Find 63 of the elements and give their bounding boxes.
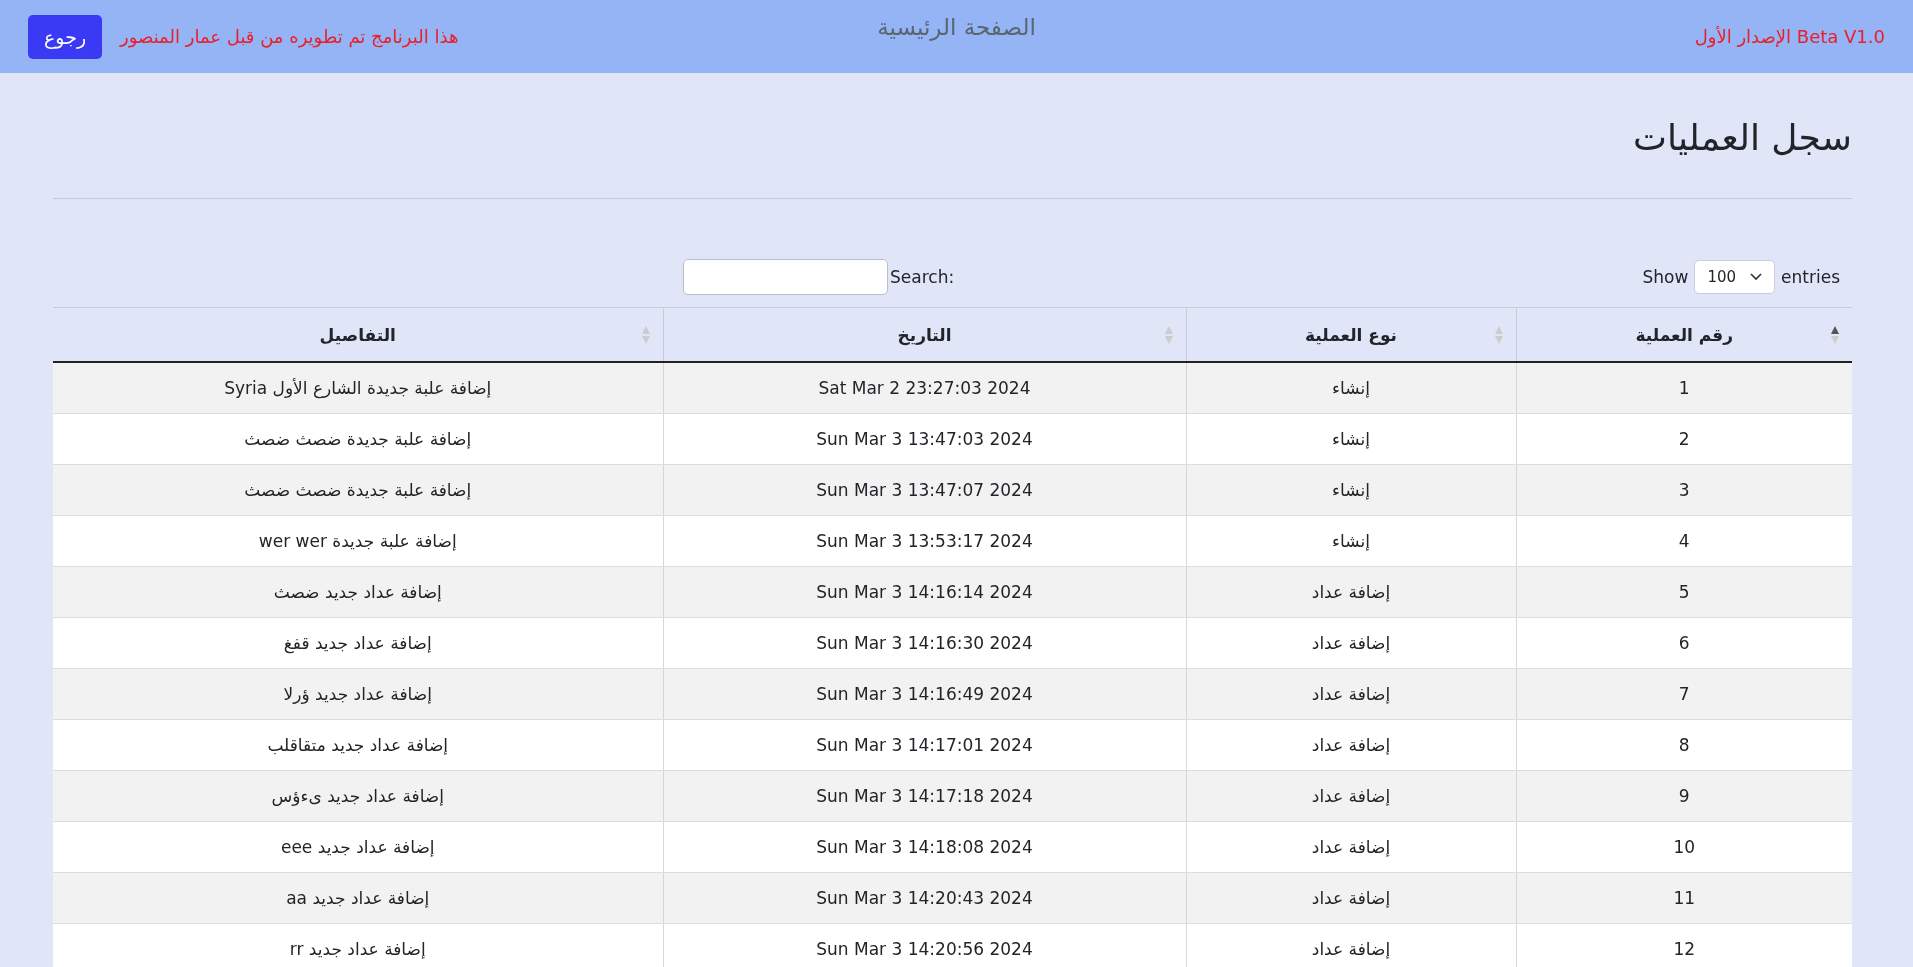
- table-cell: Sun Mar 3 14:16:14 2024: [663, 566, 1186, 618]
- credit-text: هذا البرنامج تم تطويره من قبل عمار المنصور: [120, 26, 459, 47]
- table-cell: Sun Mar 3 14:17:01 2024: [663, 719, 1186, 771]
- table-cell: Sun Mar 3 14:18:08 2024: [663, 821, 1186, 873]
- table-cell: إنشاء: [1186, 515, 1516, 567]
- table-cell: Sun Mar 3 13:47:03 2024: [663, 413, 1186, 465]
- table-cell: إضافة علبة جديدة ضصث ضصث: [53, 464, 663, 516]
- table-cell: إنشاء: [1186, 413, 1516, 465]
- entries-label: entries: [1781, 267, 1840, 287]
- table-cell: إضافة عداد: [1186, 770, 1516, 822]
- table-cell: 9: [1516, 770, 1852, 822]
- table-cell: إضافة علبة جديدة الشارع الأول Syria: [53, 362, 663, 414]
- table-cell: إضافة عداد: [1186, 566, 1516, 618]
- table-cell: 8: [1516, 719, 1852, 771]
- version-text: الإصدار الأول Beta V1.0: [1694, 26, 1885, 47]
- table-cell: Sun Mar 3 13:53:17 2024: [663, 515, 1186, 567]
- table-cell: إضافة عداد جديد ىءؤس: [53, 770, 663, 822]
- table-cell: إضافة عداد: [1186, 617, 1516, 669]
- table-cell: إضافة عداد: [1186, 821, 1516, 873]
- page-heading: سجل العمليات: [53, 73, 1852, 199]
- table-cell: 2: [1516, 413, 1852, 465]
- entries-dropdown[interactable]: 100: [1694, 260, 1776, 294]
- table-cell: إضافة عداد جديد aa: [53, 872, 663, 924]
- table-cell: إضافة عداد جديد قفغ: [53, 617, 663, 669]
- column-header[interactable]: التفاصيل: [53, 307, 663, 362]
- table-cell: إضافة علبة جديدة wer wer: [53, 515, 663, 567]
- table-cell: Sun Mar 3 14:20:43 2024: [663, 872, 1186, 924]
- table-cell: 6: [1516, 617, 1852, 669]
- column-header[interactable]: نوع العملية: [1186, 307, 1516, 362]
- table-cell: 3: [1516, 464, 1852, 516]
- show-label: Show: [1642, 267, 1689, 287]
- table-cell: Sun Mar 3 13:47:07 2024: [663, 464, 1186, 516]
- table-cell: إضافة عداد جديد متقاقلب: [53, 719, 663, 771]
- column-header[interactable]: رقم العملية: [1516, 307, 1852, 362]
- table-cell: 1: [1516, 362, 1852, 414]
- table-cell: إضافة عداد جديد ضصث: [53, 566, 663, 618]
- table-cell: 10: [1516, 821, 1852, 873]
- table-cell: Sun Mar 3 14:17:18 2024: [663, 770, 1186, 822]
- table-cell: Sun Mar 3 14:20:56 2024: [663, 923, 1186, 967]
- table-cell: Sun Mar 3 14:16:49 2024: [663, 668, 1186, 720]
- table-cell: إضافة علبة جديدة ضصث ضصث: [53, 413, 663, 465]
- table-cell: 4: [1516, 515, 1852, 567]
- table-cell: 7: [1516, 668, 1852, 720]
- table-cell: 11: [1516, 872, 1852, 924]
- table-cell: إضافة عداد جديد rr: [53, 923, 663, 967]
- sort-icon[interactable]: [1830, 324, 1840, 345]
- search-field[interactable]: [683, 259, 888, 295]
- table-cell: Sun Mar 3 14:16:30 2024: [663, 617, 1186, 669]
- table-cell: إضافة عداد: [1186, 923, 1516, 967]
- table-cell: إضافة عداد: [1186, 872, 1516, 924]
- table-cell: إضافة عداد جديد eee: [53, 821, 663, 873]
- table-cell: 12: [1516, 923, 1852, 967]
- table-cell: إضافة عداد: [1186, 668, 1516, 720]
- table-cell: إنشاء: [1186, 362, 1516, 414]
- table-cell: Sat Mar 2 23:27:03 2024: [663, 362, 1186, 414]
- back-button[interactable]: رجوع: [28, 14, 103, 59]
- table-cell: إضافة عداد جديد ؤرلا: [53, 668, 663, 720]
- table-cell: إنشاء: [1186, 464, 1516, 516]
- search-label: Search:: [890, 267, 955, 287]
- column-header[interactable]: التاريخ: [663, 307, 1186, 362]
- table-cell: إضافة عداد: [1186, 719, 1516, 771]
- chevron-icon: [1750, 273, 1763, 281]
- table-cell: 5: [1516, 566, 1852, 618]
